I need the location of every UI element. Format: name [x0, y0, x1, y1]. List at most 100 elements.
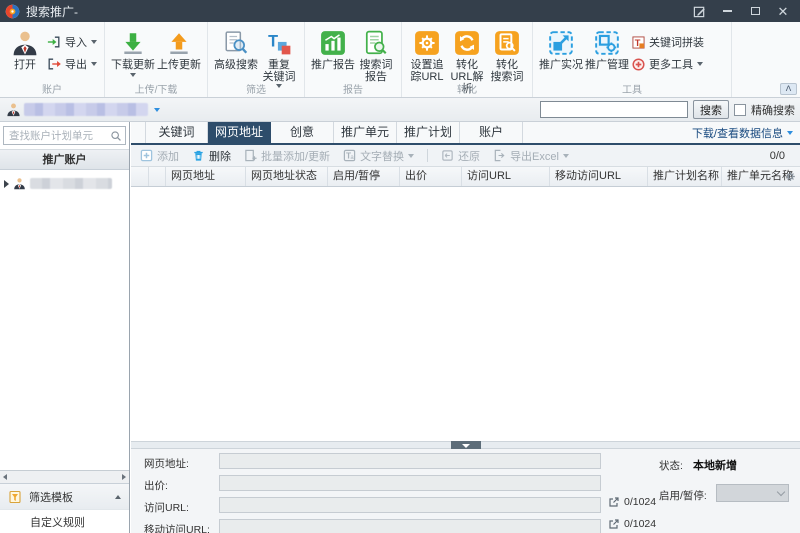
enable-pause-select[interactable]	[716, 484, 789, 502]
quick-search-input[interactable]	[540, 101, 688, 118]
duplicate-keywords-button[interactable]: T 重复 关键词	[259, 25, 299, 88]
tab-account[interactable]: 账户	[460, 122, 523, 143]
export-button[interactable]: 导出	[47, 56, 97, 72]
expand-editor-icon[interactable]	[608, 496, 620, 508]
export-icon	[47, 57, 61, 71]
upload-update-icon	[166, 27, 192, 59]
add-label: 添加	[157, 148, 179, 164]
tab-creative[interactable]: 创意	[271, 122, 334, 143]
detail-bid-input[interactable]	[219, 475, 601, 491]
grid-body-empty[interactable]	[131, 187, 800, 441]
column-settings-gear-icon[interactable]	[784, 170, 797, 183]
tree-expand-icon[interactable]	[4, 180, 9, 188]
download-view-data-link[interactable]: 下载/查看数据信息	[692, 122, 793, 143]
promotion-report-label: 推广报告	[311, 59, 355, 71]
promotion-manage-icon	[594, 27, 620, 59]
tab-keywords[interactable]: 关键词	[145, 122, 208, 143]
column-header-enable-pause[interactable]: 启用/暂停	[328, 167, 400, 186]
conversion-search-term-button[interactable]: 转化 搜索词	[487, 25, 527, 83]
upload-update-button[interactable]: 上传更新	[156, 25, 202, 71]
restore-button[interactable]: 还原	[441, 148, 480, 164]
ribbon-group-updown: 下载更新 上传更新 上传/下载	[105, 22, 208, 97]
export-excel-button[interactable]: 导出Excel	[493, 148, 569, 164]
app-window: 搜索推广- ✕	[0, 0, 800, 533]
edit-icon[interactable]	[692, 4, 706, 18]
add-button[interactable]: 添加	[140, 148, 179, 164]
tab-web-address[interactable]: 网页地址	[208, 122, 271, 143]
download-view-data-label: 下载/查看数据信息	[692, 125, 783, 141]
promotion-live-button[interactable]: 推广实况	[538, 25, 584, 71]
scroll-right-icon[interactable]	[122, 474, 126, 480]
account-switch-dropdown[interactable]	[154, 108, 160, 112]
row-state-column-header[interactable]	[149, 167, 166, 186]
search-button[interactable]: 搜索	[693, 100, 729, 119]
collapse-up-icon[interactable]	[115, 495, 121, 499]
scroll-left-icon[interactable]	[3, 474, 7, 480]
advanced-search-label: 高级搜索	[214, 59, 258, 71]
detail-mobile-url-input[interactable]	[219, 519, 601, 533]
maximize-button[interactable]	[748, 4, 762, 18]
delete-button[interactable]: 删除	[192, 148, 231, 164]
text-replace-button[interactable]: T a 文字替换	[343, 148, 414, 164]
close-button[interactable]: ✕	[776, 4, 790, 18]
tab-promotion-plan[interactable]: 推广计划	[397, 122, 460, 143]
sidebar-search-input[interactable]	[7, 129, 110, 143]
column-header-bid[interactable]: 出价	[400, 167, 462, 186]
keyword-assemble-icon: T	[632, 36, 645, 49]
grid-toolbar: 添加 删除 批量添加/更新	[131, 145, 800, 167]
upload-update-label: 上传更新	[157, 59, 201, 71]
status-label: 状态:	[659, 458, 683, 473]
custom-rules-item[interactable]: 自定义规则	[0, 509, 129, 533]
ribbon-group-label-conversion: 转化	[402, 81, 532, 96]
filter-template-panel[interactable]: 筛选模板	[0, 483, 129, 509]
column-header-plan-name[interactable]: 推广计划名称	[648, 167, 722, 186]
svg-text:T: T	[268, 32, 278, 50]
download-update-button[interactable]: 下载更新	[110, 25, 156, 77]
select-all-column-header[interactable]	[131, 167, 149, 186]
export-excel-icon	[493, 149, 506, 162]
sidebar-horizontal-scrollbar[interactable]	[0, 470, 129, 483]
batch-add-icon	[244, 149, 257, 162]
batch-add-update-button[interactable]: 批量添加/更新	[244, 148, 330, 164]
promotion-manage-button[interactable]: 推广管理	[584, 25, 630, 71]
exact-search-checkbox[interactable]	[734, 104, 746, 116]
text-replace-dropdown-icon	[408, 154, 414, 158]
track-url-button[interactable]: 设置追 踪URL	[407, 25, 447, 83]
tree-account-avatar-icon	[13, 177, 26, 190]
download-update-dropdown-icon	[130, 73, 136, 77]
redacted-account-name	[24, 103, 148, 116]
window-title: 搜索推广-	[26, 3, 78, 20]
column-header-url-status[interactable]: 网页地址状态	[246, 167, 328, 186]
ribbon-collapse-button[interactable]: ᐱ	[780, 83, 797, 95]
search-term-report-button[interactable]: 搜索词 报告	[356, 25, 396, 83]
detail-bid-label: 出价:	[144, 478, 168, 493]
ribbon-toolbar: 打开 导入	[0, 22, 800, 98]
promotion-manage-label: 推广管理	[585, 59, 629, 71]
column-header-url[interactable]: 网页地址	[166, 167, 246, 186]
import-label: 导入	[65, 34, 87, 50]
main-panel: 关键词 网页地址 创意 推广单元 推广计划 账户 下载/查看数据信息 添加	[131, 122, 800, 533]
open-button[interactable]: 打开	[5, 25, 45, 71]
tab-promotion-unit[interactable]: 推广单元	[334, 122, 397, 143]
import-dropdown-icon	[91, 40, 97, 44]
import-button[interactable]: 导入	[47, 34, 97, 50]
column-header-mobile-visit-url[interactable]: 移动访问URL	[550, 167, 648, 186]
ribbon-group-tools: 推广实况 推广管理 T	[533, 22, 732, 97]
expand-editor-icon[interactable]	[608, 518, 620, 530]
minimize-button[interactable]	[720, 4, 734, 18]
ribbon-group-label-tools: 工具	[533, 81, 731, 96]
account-tree-item[interactable]	[0, 175, 129, 192]
advanced-search-button[interactable]: 高级搜索	[213, 25, 259, 71]
detail-visit-url-input[interactable]	[219, 497, 601, 513]
keyword-assemble-button[interactable]: T 关键词拼装	[632, 34, 704, 50]
selection-counter: 0/0	[770, 150, 785, 162]
column-header-visit-url[interactable]: 访问URL	[462, 167, 550, 186]
more-tools-button[interactable]: 更多工具	[632, 56, 703, 72]
export-dropdown-icon	[91, 62, 97, 66]
detail-visit-url-label: 访问URL:	[144, 500, 189, 515]
promotion-report-button[interactable]: 推广报告	[310, 25, 356, 71]
export-excel-dropdown-icon	[563, 154, 569, 158]
detail-url-input[interactable]	[219, 453, 601, 469]
trash-icon	[192, 149, 205, 162]
detail-splitter[interactable]	[131, 441, 800, 449]
